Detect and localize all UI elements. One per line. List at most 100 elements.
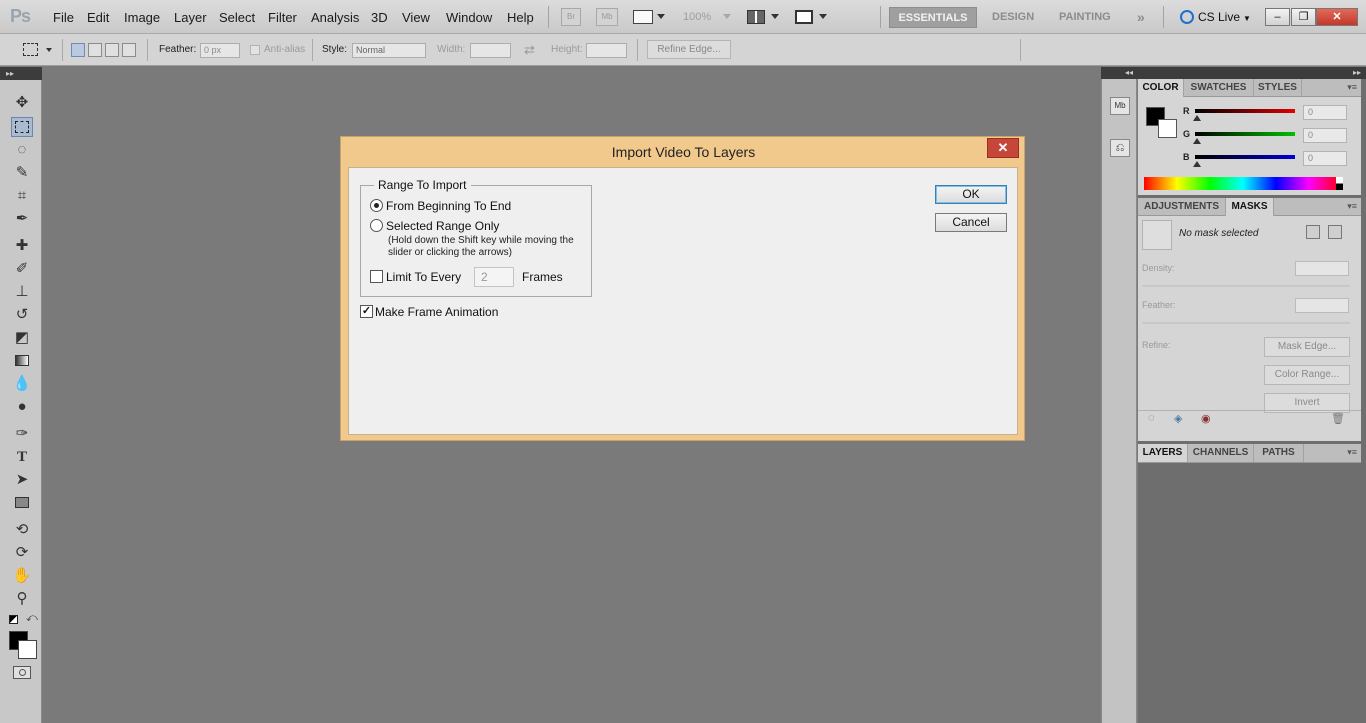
- gradient-tool-icon[interactable]: [11, 351, 33, 371]
- panel-menu-icon[interactable]: ▾≡: [1347, 82, 1357, 93]
- chevron-down-icon[interactable]: [723, 14, 731, 19]
- tab-swatches[interactable]: SWATCHES: [1184, 79, 1254, 97]
- dialog-close-button[interactable]: ✕: [987, 138, 1019, 158]
- blue-value-input[interactable]: 0: [1303, 151, 1347, 166]
- rectangle-tool-icon[interactable]: [11, 493, 33, 513]
- menu-image[interactable]: Image: [124, 10, 160, 25]
- cancel-button[interactable]: Cancel: [935, 213, 1007, 232]
- from-beginning-label[interactable]: From Beginning To End: [386, 199, 511, 213]
- quick-selection-tool-icon[interactable]: ✎: [11, 163, 33, 183]
- 3d-rotate-tool-icon[interactable]: ⟲: [11, 520, 33, 540]
- tab-channels[interactable]: CHANNELS: [1188, 444, 1254, 462]
- height-input[interactable]: [586, 43, 627, 58]
- lasso-tool-icon[interactable]: ◌: [11, 140, 33, 160]
- refine-edge-button[interactable]: Refine Edge...: [647, 40, 731, 59]
- menu-help[interactable]: Help: [507, 10, 534, 25]
- menu-3d[interactable]: 3D: [371, 10, 388, 25]
- hand-tool-icon[interactable]: ✋: [11, 566, 33, 586]
- zoom-level[interactable]: 100%: [683, 11, 711, 23]
- red-value-input[interactable]: 0: [1303, 105, 1347, 120]
- path-selection-tool-icon[interactable]: ➤: [11, 470, 33, 490]
- tab-layers[interactable]: LAYERS: [1138, 444, 1188, 462]
- cs-live-menu[interactable]: CS Live ▼: [1180, 10, 1251, 24]
- minimize-button[interactable]: –: [1265, 8, 1290, 26]
- black-white-ramp[interactable]: [1336, 177, 1343, 190]
- zoom-tool-icon[interactable]: ⚲: [11, 589, 33, 609]
- menu-layer[interactable]: Layer: [174, 10, 207, 25]
- menu-edit[interactable]: Edit: [87, 10, 109, 25]
- feather-input[interactable]: 0 px: [200, 43, 240, 58]
- add-to-selection-icon[interactable]: [88, 43, 102, 57]
- subtract-from-selection-icon[interactable]: [105, 43, 119, 57]
- chevron-down-icon[interactable]: [657, 14, 665, 19]
- tab-styles[interactable]: STYLES: [1254, 79, 1302, 97]
- color-range-button[interactable]: Color Range...: [1264, 365, 1350, 385]
- quick-mask-icon[interactable]: [13, 666, 31, 679]
- move-tool-icon[interactable]: ✥: [11, 93, 33, 113]
- chevron-down-icon[interactable]: [819, 14, 827, 19]
- pixel-mask-icon[interactable]: [1306, 225, 1320, 239]
- 3d-orbit-tool-icon[interactable]: ⟳: [11, 543, 33, 563]
- workspace-design[interactable]: DESIGN: [992, 7, 1034, 28]
- trash-icon[interactable]: 🗑: [1331, 412, 1345, 425]
- arrange-documents-icon[interactable]: [747, 10, 765, 24]
- collapse-icon[interactable]: ◂◂: [1125, 67, 1133, 79]
- intersect-selection-icon[interactable]: [122, 43, 136, 57]
- default-colors-icon[interactable]: [9, 615, 18, 624]
- tab-adjustments[interactable]: ADJUSTMENTS: [1138, 198, 1226, 216]
- menu-select[interactable]: Select: [219, 10, 255, 25]
- anti-alias-checkbox[interactable]: [250, 45, 260, 55]
- red-slider-handle[interactable]: [1193, 115, 1201, 121]
- restore-button[interactable]: ❐: [1291, 8, 1316, 26]
- workspace-painting[interactable]: PAINTING: [1059, 7, 1111, 28]
- width-input[interactable]: [470, 43, 511, 58]
- limit-frames-input[interactable]: 2: [474, 267, 514, 287]
- more-workspaces-icon[interactable]: »: [1137, 7, 1145, 28]
- background-color-swatch[interactable]: [1158, 119, 1177, 138]
- density-input[interactable]: [1295, 261, 1349, 276]
- menu-view[interactable]: View: [402, 10, 430, 25]
- tab-color[interactable]: COLOR: [1138, 79, 1184, 97]
- tab-paths[interactable]: PATHS: [1254, 444, 1304, 462]
- make-frame-animation-checkbox[interactable]: ✓: [360, 305, 373, 318]
- limit-frames-checkbox[interactable]: [370, 270, 383, 283]
- blue-slider[interactable]: [1195, 155, 1295, 159]
- history-panel-icon[interactable]: ⎌: [1110, 139, 1130, 157]
- mask-edge-button[interactable]: Mask Edge...: [1264, 337, 1350, 357]
- tools-collapse-bar[interactable]: ▸▸: [0, 67, 42, 80]
- marquee-tool-icon[interactable]: [23, 43, 38, 56]
- selected-range-radio[interactable]: [370, 219, 383, 232]
- mini-bridge-panel-icon[interactable]: Mb: [1110, 97, 1130, 115]
- load-selection-icon[interactable]: ◌: [1148, 412, 1155, 424]
- feather-slider[interactable]: [1142, 322, 1350, 324]
- rectangular-marquee-tool-icon[interactable]: [11, 117, 33, 137]
- mask-feather-input[interactable]: [1295, 298, 1349, 313]
- toggle-mask-icon[interactable]: ◉: [1201, 412, 1211, 425]
- chevron-down-icon[interactable]: [46, 48, 52, 52]
- limit-frames-label[interactable]: Limit To Every: [386, 270, 461, 284]
- workspace-essentials[interactable]: ESSENTIALS: [889, 7, 977, 28]
- crop-tool-icon[interactable]: ⌗: [11, 186, 33, 206]
- healing-brush-tool-icon[interactable]: ✚: [11, 236, 33, 256]
- red-slider[interactable]: [1195, 109, 1295, 113]
- style-select[interactable]: Normal: [352, 43, 426, 58]
- chevron-down-icon[interactable]: [771, 14, 779, 19]
- background-color-swatch[interactable]: [18, 640, 37, 659]
- pen-tool-icon[interactable]: ✑: [11, 424, 33, 444]
- menu-window[interactable]: Window: [446, 10, 492, 25]
- history-brush-tool-icon[interactable]: ↺: [11, 305, 33, 325]
- panel-menu-icon[interactable]: ▾≡: [1347, 201, 1357, 212]
- menu-file[interactable]: File: [53, 10, 74, 25]
- new-selection-icon[interactable]: [71, 43, 85, 57]
- panel-menu-icon[interactable]: ▾≡: [1347, 447, 1357, 458]
- menu-analysis[interactable]: Analysis: [311, 10, 359, 25]
- ok-button[interactable]: OK: [935, 185, 1007, 204]
- window-close-button[interactable]: ✕: [1316, 8, 1358, 26]
- tab-masks[interactable]: MASKS: [1226, 198, 1274, 216]
- apply-mask-icon[interactable]: ◈: [1174, 412, 1182, 425]
- brush-tool-icon[interactable]: ✐: [11, 259, 33, 279]
- bridge-button[interactable]: Br: [561, 8, 581, 26]
- type-tool-icon[interactable]: T: [11, 447, 33, 467]
- green-slider[interactable]: [1195, 132, 1295, 136]
- from-beginning-radio[interactable]: [370, 199, 383, 212]
